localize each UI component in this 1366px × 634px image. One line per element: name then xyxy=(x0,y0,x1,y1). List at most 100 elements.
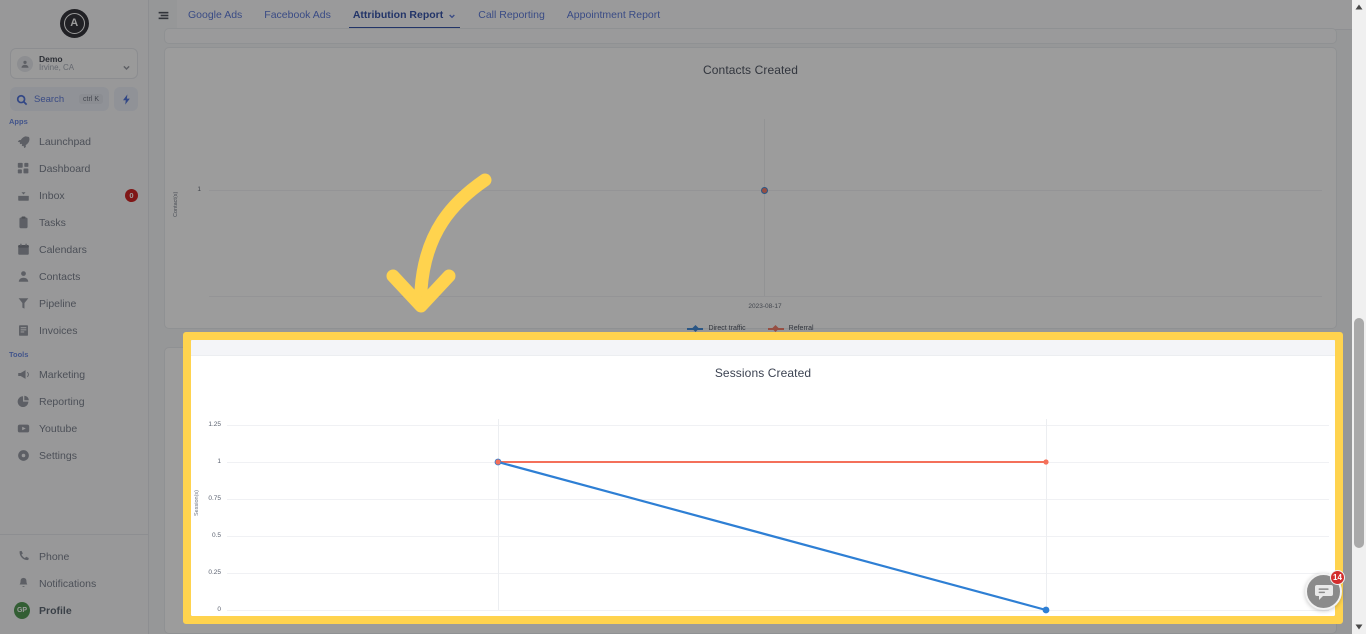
page-scrollbar[interactable] xyxy=(1352,0,1366,634)
chat-bubble-icon xyxy=(1315,584,1333,600)
tab-facebook-ads[interactable]: Facebook Ads xyxy=(253,0,342,29)
account-switcher[interactable]: Demo Irvine, CA xyxy=(10,48,138,79)
inbox-tray-icon xyxy=(16,189,30,203)
sidebar-item-label: Inbox xyxy=(39,189,65,202)
sidebar-bottom: Phone Notifications GP Profile xyxy=(0,534,148,634)
sidebar-item-contacts[interactable]: Contacts xyxy=(0,263,148,290)
contacts-chart-title: Contacts Created xyxy=(703,63,798,77)
sidebar-item-settings[interactable]: Settings xyxy=(0,442,148,469)
rocket-icon xyxy=(16,135,30,149)
sidebar-item-label: Dashboard xyxy=(39,162,91,175)
app-root: A Demo Irvine, CA Search ctrl K Apps Lau… xyxy=(0,0,1366,634)
sidebar-item-tasks[interactable]: Tasks xyxy=(0,209,148,236)
chevron-down-icon xyxy=(122,59,131,71)
person-icon xyxy=(16,270,30,284)
tab-label: Attribution Report xyxy=(352,8,444,21)
legend-marker-direct-traffic xyxy=(687,325,704,333)
tab-attribution-report[interactable]: Attribution Report xyxy=(342,0,467,29)
sidebar-item-calendars[interactable]: Calendars xyxy=(0,236,148,263)
chat-widget-button[interactable]: 14 xyxy=(1305,570,1345,610)
sidebar-item-label: Launchpad xyxy=(39,135,91,148)
video-play-icon xyxy=(16,422,30,436)
sidebar-logo-row: A xyxy=(0,0,148,46)
user-circle-icon xyxy=(17,55,33,72)
tab-label: Call Reporting xyxy=(478,8,545,21)
legend-label: Referral xyxy=(788,325,814,332)
sidebar-item-invoices[interactable]: Invoices xyxy=(0,317,148,344)
vertical-gridline xyxy=(764,119,765,296)
app-logo-icon[interactable]: A xyxy=(59,8,89,38)
card-top-strip xyxy=(191,340,1335,356)
scrollbar-thumb[interactable] xyxy=(1354,318,1364,548)
scroll-up-arrow-icon[interactable] xyxy=(1352,0,1366,14)
gridline xyxy=(209,296,1322,297)
funnel-icon xyxy=(16,297,30,311)
sidebar-item-label: Marketing xyxy=(39,368,86,381)
sidebar-item-label: Contacts xyxy=(39,270,81,283)
sidebar-item-notifications[interactable]: Notifications xyxy=(0,570,148,597)
calendar-icon xyxy=(16,243,30,257)
legend-item-direct-traffic[interactable]: Direct traffic xyxy=(687,325,746,333)
sidebar-item-inbox[interactable]: Inbox 0 xyxy=(0,182,148,209)
sidebar-item-label: Invoices xyxy=(39,324,78,337)
topbar: Google Ads Facebook Ads Attribution Repo… xyxy=(149,0,1366,30)
tab-label: Google Ads xyxy=(188,8,243,21)
hamburger-menu-icon[interactable] xyxy=(149,0,177,30)
contacts-created-card: Contacts Created Contact(s) 1 2023-08-17 xyxy=(164,47,1337,333)
sidebar-item-label: Notifications xyxy=(39,577,97,590)
account-location: Irvine, CA xyxy=(39,62,75,72)
contacts-x-tick: 2023-08-17 xyxy=(748,303,782,310)
grid-squares-icon xyxy=(16,162,30,176)
search-input[interactable]: Search ctrl K xyxy=(10,87,109,111)
bell-icon xyxy=(16,577,30,591)
tab-call-reporting[interactable]: Call Reporting xyxy=(467,0,556,29)
chevron-down-icon xyxy=(448,11,456,19)
point-referral-1 xyxy=(1043,459,1049,465)
line-direct-traffic xyxy=(497,460,1047,612)
gear-icon xyxy=(16,449,30,463)
sidebar-item-youtube[interactable]: Youtube xyxy=(0,415,148,442)
phone-icon xyxy=(16,550,30,564)
legend-item-referral[interactable]: Referral xyxy=(767,325,814,333)
tab-label: Facebook Ads xyxy=(264,8,331,21)
sessions-chart-title-hi: Sessions Created xyxy=(714,366,812,380)
sidebar-item-label: Reporting xyxy=(39,395,85,408)
sessions-plot-area: Session(s) 1.25 1 0.75 0.5 0.25 0 xyxy=(191,380,1335,616)
sidebar-item-pipeline[interactable]: Pipeline xyxy=(0,290,148,317)
sidebar-item-marketing[interactable]: Marketing xyxy=(0,361,148,388)
report-tabs: Google Ads Facebook Ads Attribution Repo… xyxy=(177,0,1366,30)
sidebar-section-label-apps: Apps xyxy=(9,117,28,126)
sidebar-item-label: Profile xyxy=(39,604,72,617)
tab-google-ads[interactable]: Google Ads xyxy=(177,0,253,29)
sessions-series-lines xyxy=(494,458,1050,614)
app-logo-letter: A xyxy=(63,12,85,34)
avatar: GP xyxy=(14,602,30,619)
legend-marker-referral xyxy=(767,325,784,333)
pie-chart-icon xyxy=(16,395,30,409)
point-referral-0 xyxy=(495,459,501,465)
avatar-initials: GP xyxy=(14,602,30,619)
sidebar-item-profile[interactable]: GP Profile xyxy=(0,597,148,624)
contacts-y-tick: 1 xyxy=(197,186,201,193)
sidebar-item-launchpad[interactable]: Launchpad xyxy=(0,128,148,155)
megaphone-icon xyxy=(16,368,30,382)
sidebar: A Demo Irvine, CA Search ctrl K Apps Lau… xyxy=(0,0,149,634)
search-shortcut: ctrl K xyxy=(79,94,103,104)
tab-label: Appointment Report xyxy=(566,8,661,21)
inbox-badge: 0 xyxy=(125,189,138,202)
sidebar-item-reporting[interactable]: Reporting xyxy=(0,388,148,415)
sidebar-item-dashboard[interactable]: Dashboard xyxy=(0,155,148,182)
sidebar-item-phone[interactable]: Phone xyxy=(0,543,148,570)
sidebar-nav: Apps Launchpad Dashboard Inbox 0 Tasks C… xyxy=(0,111,148,534)
sidebar-item-label: Youtube xyxy=(39,422,78,435)
document-lines-icon xyxy=(16,324,30,338)
sidebar-item-label: Tasks xyxy=(39,216,66,229)
sidebar-item-label: Pipeline xyxy=(39,297,77,310)
chat-unread-badge: 14 xyxy=(1330,570,1345,585)
sidebar-section-label-tools: Tools xyxy=(9,350,29,359)
lightning-bolt-icon[interactable] xyxy=(114,87,138,111)
tab-appointment-report[interactable]: Appointment Report xyxy=(556,0,671,29)
contacts-point-referral xyxy=(761,187,767,193)
scroll-down-arrow-icon[interactable] xyxy=(1352,620,1366,634)
contacts-chart-plot: Contact(s) 1 2023-08-17 Direct traffic R… xyxy=(165,77,1336,333)
